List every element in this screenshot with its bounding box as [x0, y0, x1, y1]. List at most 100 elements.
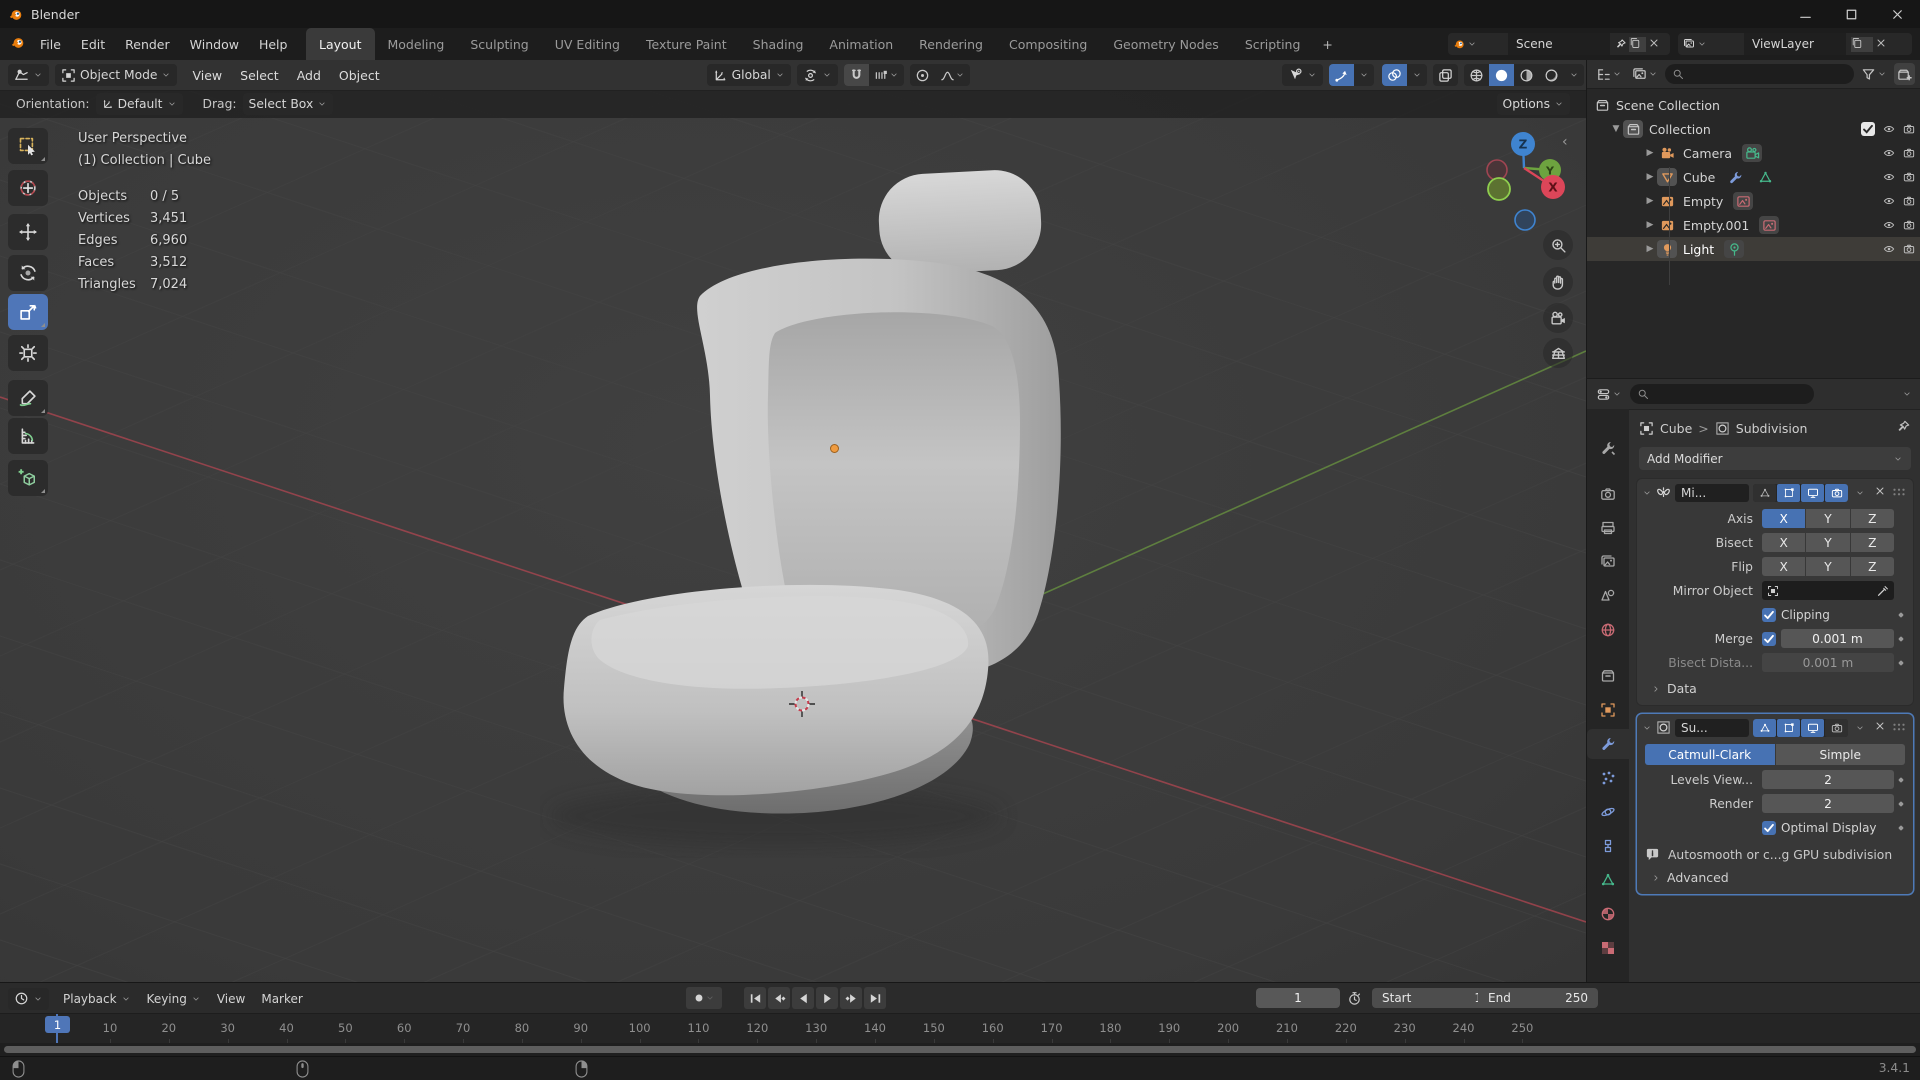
tab-particles[interactable] [1587, 763, 1629, 793]
viewlayer-name-field[interactable]: ViewLayer [1744, 33, 1846, 55]
editor-type-button[interactable] [8, 64, 49, 86]
toggle-realtime[interactable] [1801, 484, 1824, 502]
mirror-modifier-name-field[interactable]: Mi... [1675, 484, 1749, 502]
outliner-row-cube[interactable]: ▶Cube [1587, 165, 1920, 189]
jump-to-start-button[interactable] [744, 987, 766, 1009]
merge-value-field[interactable]: 0.001 m [1781, 629, 1894, 648]
workspace-tab-modeling[interactable]: Modeling [375, 28, 458, 60]
auto-keying-button[interactable] [686, 987, 722, 1009]
car-seat-model[interactable] [540, 168, 1070, 858]
hide-in-viewport-icon[interactable] [1883, 123, 1895, 135]
outliner-row-scene-collection[interactable]: Scene Collection [1587, 93, 1920, 117]
drag-mode-dropdown[interactable]: Select Box [243, 93, 334, 115]
axis-y-button[interactable]: Y [1806, 509, 1849, 528]
workspace-tab-rendering[interactable]: Rendering [906, 28, 996, 60]
timeline-scrollbar[interactable] [0, 1043, 1920, 1056]
gizmo-neg-x-axis[interactable] [1487, 160, 1507, 180]
workspace-tab-layout[interactable]: Layout [306, 28, 375, 60]
close-button[interactable] [1874, 0, 1920, 28]
flip-z-button[interactable]: Z [1851, 557, 1894, 576]
proportional-editing-toggle[interactable] [910, 64, 935, 86]
workspace-tab-compositing[interactable]: Compositing [996, 28, 1100, 60]
options-dropdown[interactable]: Options [1497, 93, 1570, 115]
workspace-tab-animation[interactable]: Animation [816, 28, 906, 60]
object-origin-point[interactable] [830, 444, 839, 453]
bisect-z-button[interactable]: Z [1851, 533, 1894, 552]
pin-properties-button[interactable] [1896, 419, 1911, 437]
maximize-button[interactable] [1828, 0, 1874, 28]
xray-toggle[interactable] [1433, 64, 1458, 86]
viewport-menu-view[interactable]: View [183, 68, 231, 83]
simple-button[interactable]: Simple [1776, 744, 1906, 765]
bisect-x-button[interactable]: X [1762, 533, 1805, 552]
advanced-subpanel-toggle[interactable]: Advanced [1637, 864, 1913, 887]
tool-add-cube-button[interactable] [8, 460, 48, 496]
snap-settings-dropdown[interactable] [869, 64, 904, 86]
modifier-remove-button[interactable] [1874, 720, 1886, 735]
workspace-tab-sculpting[interactable]: Sculpting [457, 28, 541, 60]
tab-collection[interactable] [1587, 661, 1629, 691]
disable-in-renders-icon[interactable] [1903, 147, 1915, 159]
properties-editor-type-button[interactable] [1593, 383, 1625, 405]
disclosure-closed-icon[interactable]: ▶ [1643, 172, 1657, 182]
viewlayer-remove-button[interactable] [1875, 37, 1897, 52]
disable-in-renders-icon[interactable] [1903, 123, 1915, 135]
mode-dropdown[interactable]: Object Mode [55, 64, 177, 86]
timeline-menu-keying[interactable]: Keying [139, 992, 209, 1006]
add-workspace-button[interactable]: + [1313, 28, 1341, 60]
properties-filter-dropdown[interactable] [1899, 383, 1915, 405]
disclosure-closed-icon[interactable]: ▶ [1643, 244, 1657, 254]
workspace-tab-texture-paint[interactable]: Texture Paint [633, 28, 740, 60]
shading-solid-button[interactable] [1489, 64, 1514, 86]
ortho-perspective-button[interactable] [1543, 338, 1573, 368]
bisect-distance-field[interactable]: 0.001 m [1762, 653, 1894, 672]
tab-data[interactable] [1587, 865, 1629, 895]
toggle-render[interactable] [1825, 719, 1848, 737]
minimize-button[interactable] [1782, 0, 1828, 28]
frame-start-field[interactable]: Start1 [1372, 988, 1492, 1008]
outliner-row-camera[interactable]: ▶Camera [1587, 141, 1920, 165]
bisect-y-button[interactable]: Y [1806, 533, 1849, 552]
outliner-display-mode-button[interactable] [1629, 63, 1661, 85]
tool-select-box-button[interactable] [8, 128, 48, 164]
pivot-point-dropdown[interactable] [797, 64, 838, 86]
outliner-row-empty[interactable]: ▶Empty [1587, 189, 1920, 213]
gizmos-dropdown[interactable] [1354, 64, 1374, 86]
disable-in-renders-icon[interactable] [1903, 171, 1915, 183]
animate-property-dot[interactable] [1898, 825, 1904, 831]
workspace-tab-shading[interactable]: Shading [740, 28, 817, 60]
tab-world[interactable] [1587, 615, 1629, 645]
data-subpanel-toggle[interactable]: Data [1637, 675, 1913, 698]
animate-property-dot[interactable] [1898, 777, 1904, 783]
levels-viewport-field[interactable]: 2 [1762, 770, 1894, 789]
toggle-edit-mode[interactable] [1753, 719, 1776, 737]
hide-in-viewport-icon[interactable] [1883, 147, 1895, 159]
tool-transform-button[interactable] [8, 335, 48, 371]
outliner-row-collection[interactable]: ▼Collection [1587, 117, 1920, 141]
workspace-tab-uv-editing[interactable]: UV Editing [542, 28, 633, 60]
show-overlays-toggle[interactable] [1382, 64, 1407, 86]
viewport-menu-object[interactable]: Object [330, 68, 389, 83]
hide-in-viewport-icon[interactable] [1883, 195, 1895, 207]
overlays-dropdown[interactable] [1407, 64, 1427, 86]
add-modifier-dropdown[interactable]: Add Modifier [1639, 447, 1911, 470]
axis-z-button[interactable]: Z [1851, 509, 1894, 528]
timeline-scrollbar-thumb[interactable] [4, 1046, 1916, 1053]
animate-property-dot[interactable] [1898, 801, 1904, 807]
shading-rendered-button[interactable] [1539, 64, 1564, 86]
tab-output[interactable] [1587, 513, 1629, 543]
shading-material-button[interactable] [1514, 64, 1539, 86]
breadcrumb-object[interactable]: Cube [1660, 421, 1692, 436]
drag-grip-icon[interactable] [1890, 483, 1908, 502]
tab-physics[interactable] [1587, 797, 1629, 827]
flip-y-button[interactable]: Y [1806, 557, 1849, 576]
catmull-clark-button[interactable]: Catmull-Clark [1645, 744, 1775, 765]
viewlayer-copy-button[interactable] [1851, 37, 1873, 52]
disclosure-closed-icon[interactable]: ▶ [1643, 196, 1657, 206]
modifier-remove-button[interactable] [1874, 485, 1886, 500]
optimal-display-checkbox[interactable] [1762, 821, 1776, 835]
snap-toggle[interactable] [844, 64, 869, 86]
scene-name-field[interactable]: Scene [1508, 33, 1610, 55]
hide-in-viewport-icon[interactable] [1883, 219, 1895, 231]
frame-end-field[interactable]: End250 [1478, 988, 1598, 1008]
